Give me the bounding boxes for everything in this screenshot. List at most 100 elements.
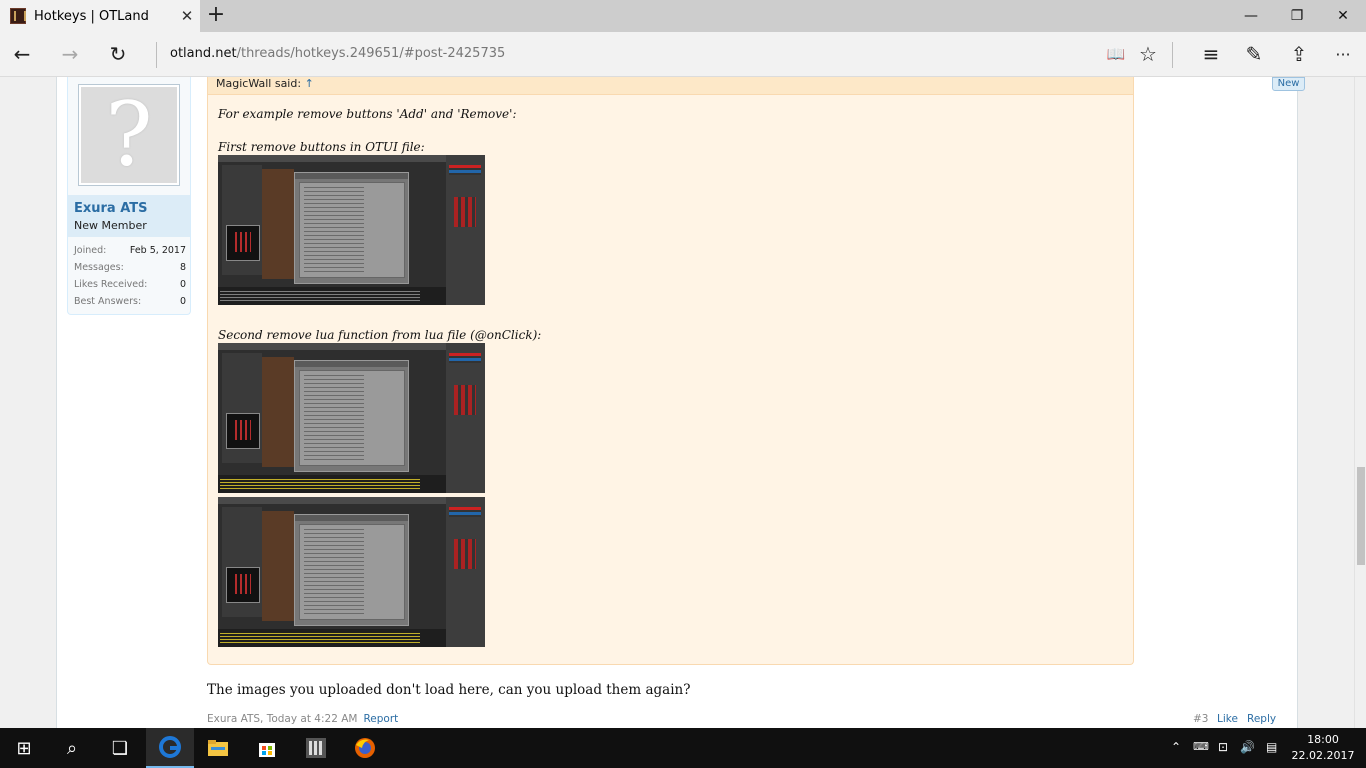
search-icon[interactable]: ⌕ [48, 728, 96, 768]
stat-label: Likes Received: [74, 279, 148, 290]
tab-close-icon[interactable]: ✕ [174, 7, 200, 25]
firefox-icon [355, 738, 375, 758]
screenshot-otui-file[interactable] [218, 155, 485, 305]
stat-value: 8 [179, 262, 186, 273]
shot-dialog-text [299, 524, 405, 620]
shot-dialog-header [295, 361, 408, 367]
post-number-link[interactable]: #3 [1193, 713, 1208, 725]
clock-time: 18:00 [1307, 733, 1339, 746]
shot-titlebar [218, 497, 485, 504]
reading-view-icon[interactable]: 📖 [1100, 39, 1132, 69]
restore-button[interactable]: ❐ [1274, 0, 1320, 32]
otclient-icon [306, 738, 326, 758]
quote-line-3: Second remove lua function from lua file… [218, 328, 542, 342]
quote-author: MagicWall said: [216, 77, 302, 90]
shot-right-panel [446, 343, 485, 493]
notifications-icon[interactable]: ▤ [1266, 740, 1277, 754]
page-scrollbar[interactable] [1354, 77, 1366, 728]
minimize-button[interactable]: — [1228, 0, 1274, 32]
quote-block: MagicWall said: ↑ For example remove but… [207, 77, 1134, 665]
quote-line-1: For example remove buttons 'Add' and 'Re… [218, 107, 517, 121]
store-bag-icon [259, 743, 275, 757]
web-note-icon[interactable]: ✎ [1238, 39, 1270, 69]
new-badge: New [1272, 77, 1305, 91]
shot-game-view [262, 511, 294, 621]
volume-icon[interactable]: 🔊 [1240, 740, 1255, 754]
shot-editor-dialog [294, 514, 409, 626]
task-view-icon[interactable]: ❏ [96, 728, 144, 768]
file-explorer-icon[interactable] [194, 728, 242, 768]
taskbar-clock[interactable]: 18:00 22.02.2017 [1290, 732, 1356, 764]
url-path: /threads/hotkeys.249651/#post-2425735 [236, 46, 506, 61]
post-meta: Exura ATS, Today at 4:22 AM Report [207, 713, 398, 725]
shot-editor-dialog [294, 360, 409, 472]
shot-dialog-text [299, 182, 405, 278]
stat-joined: Joined: Feb 5, 2017 [74, 245, 186, 256]
navigation-bar: ← → ↻ otland.net/threads/hotkeys.249651/… [0, 32, 1366, 77]
shot-titlebar [218, 155, 485, 162]
screenshot-lua-file-1[interactable] [218, 343, 485, 493]
folder-icon [208, 740, 228, 756]
user-title: New Member [74, 219, 147, 232]
favorite-star-icon[interactable]: ☆ [1132, 39, 1164, 69]
default-avatar-icon: ? [105, 83, 153, 186]
shot-titlebar [218, 343, 485, 350]
shot-right-panel [446, 155, 485, 305]
store-icon[interactable] [243, 728, 291, 768]
shot-console [218, 629, 446, 647]
quote-header: MagicWall said: ↑ [208, 77, 1133, 95]
edge-taskbar-icon[interactable] [146, 728, 194, 768]
reply-link[interactable]: Reply [1247, 713, 1276, 725]
hub-icon[interactable]: ≡ [1195, 39, 1227, 69]
quote-jump-icon[interactable]: ↑ [305, 77, 314, 90]
share-icon[interactable]: ⇪ [1283, 39, 1315, 69]
stat-likes: Likes Received: 0 [74, 279, 186, 290]
scrollbar-thumb[interactable] [1357, 467, 1365, 565]
shot-minimap [226, 225, 260, 261]
browser-tab[interactable]: Hotkeys | OTLand ✕ [0, 0, 200, 32]
more-icon[interactable]: ··· [1327, 39, 1359, 69]
firefox-taskbar-icon[interactable] [341, 728, 389, 768]
toolbar-separator [1172, 42, 1173, 68]
user-info-panel: ? Exura ATS New Member Joined: Feb 5, 201… [67, 77, 191, 315]
page-viewport: ? Exura ATS New Member Joined: Feb 5, 201… [0, 77, 1354, 728]
shot-left-panel [222, 353, 262, 463]
back-icon[interactable]: ← [6, 39, 38, 69]
tray-expand-icon[interactable]: ⌃ [1171, 740, 1181, 754]
shot-console [218, 287, 446, 305]
username-link[interactable]: Exura ATS [74, 201, 148, 216]
stat-label: Joined: [74, 245, 107, 256]
taskbar: ⊞ ⌕ ❏ ⌃ ⌨ ⊡ 🔊 ▤ 18:00 22.02.2017 [0, 728, 1366, 768]
tab-title: Hotkeys | OTLand [34, 8, 149, 24]
network-icon[interactable]: ⊡ [1218, 740, 1228, 754]
stat-best-answers: Best Answers: 0 [74, 296, 186, 307]
close-window-button[interactable]: ✕ [1320, 0, 1366, 32]
shot-dialog-text [299, 370, 405, 466]
forward-icon[interactable]: → [54, 39, 86, 69]
shot-left-panel [222, 507, 262, 617]
shot-game-view [262, 169, 294, 279]
shot-game-view [262, 357, 294, 467]
post-message: The images you uploaded don't load here,… [207, 682, 691, 698]
edge-logo-icon [159, 736, 181, 758]
shot-right-panel [446, 497, 485, 647]
like-link[interactable]: Like [1217, 713, 1238, 725]
title-bar: Hotkeys | OTLand ✕ + — ❐ ✕ [0, 0, 1366, 32]
report-link[interactable]: Report [363, 713, 398, 725]
input-language-icon[interactable]: ⌨ [1193, 740, 1209, 753]
shot-minimap [226, 567, 260, 603]
address-bar[interactable]: otland.net/threads/hotkeys.249651/#post-… [170, 46, 505, 61]
stat-value: 0 [179, 296, 186, 307]
shot-editor-dialog [294, 172, 409, 284]
windows-start-icon[interactable]: ⊞ [0, 728, 48, 768]
screenshot-lua-file-2[interactable] [218, 497, 485, 647]
refresh-icon[interactable]: ↻ [102, 39, 134, 69]
new-tab-button[interactable]: + [204, 4, 228, 28]
avatar[interactable]: ? [78, 84, 180, 186]
otclient-taskbar-icon[interactable] [292, 728, 340, 768]
stat-label: Messages: [74, 262, 124, 273]
clock-date: 22.02.2017 [1291, 749, 1355, 762]
shot-dialog-header [295, 173, 408, 179]
stat-value: Feb 5, 2017 [129, 245, 186, 256]
stat-label: Best Answers: [74, 296, 142, 307]
